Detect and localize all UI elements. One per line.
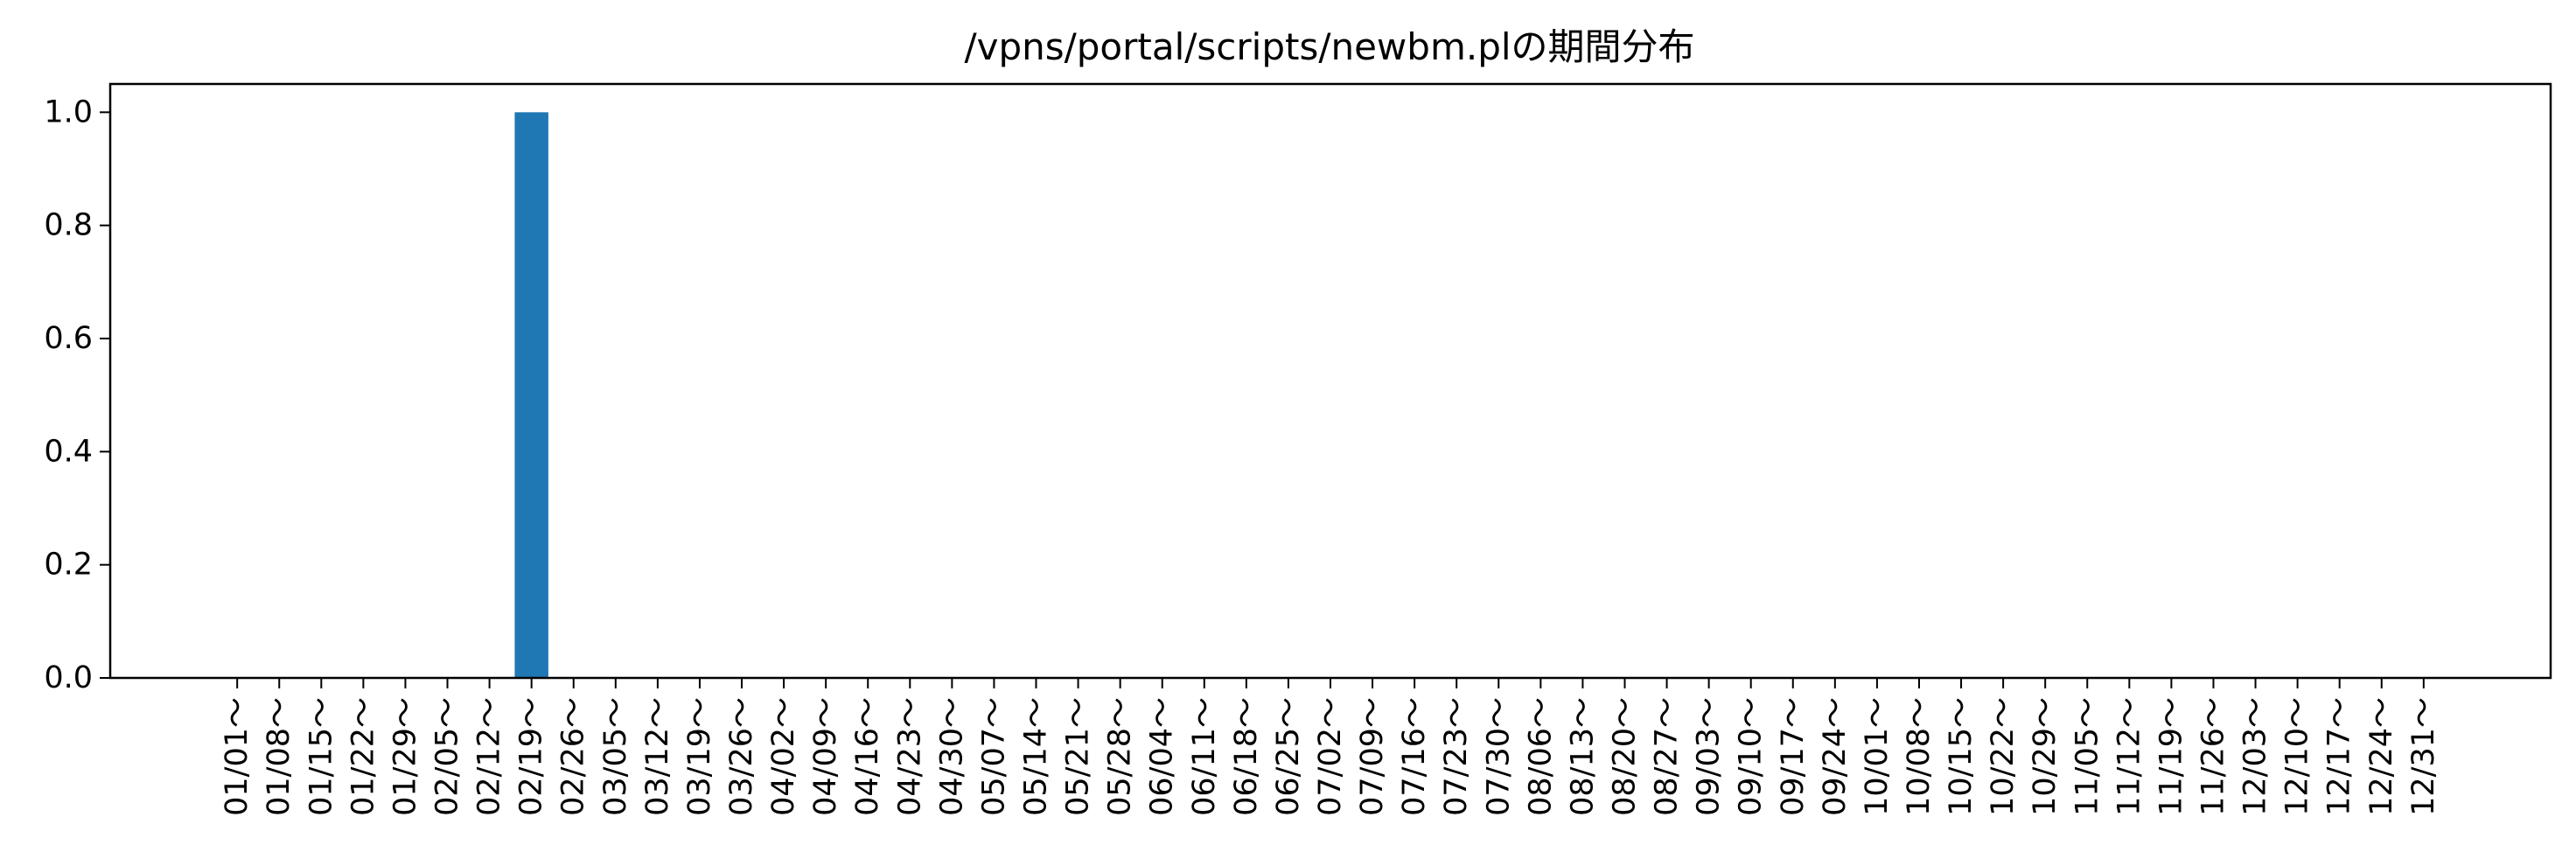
x-tick-label: 05/07～ bbox=[976, 697, 1011, 816]
x-tick-label: 06/04～ bbox=[1145, 697, 1180, 816]
x-tick-label: 01/15～ bbox=[304, 697, 339, 816]
x-tick-label: 05/28～ bbox=[1103, 697, 1138, 816]
x-axis-ticks: 01/01～ 01/08～ 01/15～ 01/22～ 01/29～ 02/05～ 02/1… bbox=[220, 678, 2441, 816]
x-tick-label: 09/03～ bbox=[1692, 697, 1727, 816]
x-tick-label: 04/09～ bbox=[808, 697, 843, 816]
x-tick-label: 09/17～ bbox=[1776, 697, 1811, 816]
x-tick-label: 12/03～ bbox=[2238, 697, 2273, 816]
x-tick-label: 12/17～ bbox=[2322, 697, 2357, 816]
x-tick-label: 10/15～ bbox=[1944, 697, 1979, 816]
x-tick-label: 01/22～ bbox=[346, 697, 380, 816]
x-tick-label: 04/16～ bbox=[850, 697, 885, 816]
y-tick-label: 1.0 bbox=[44, 94, 93, 129]
x-tick-label: 11/05～ bbox=[2070, 697, 2105, 816]
x-tick-label: 01/08～ bbox=[262, 697, 297, 816]
x-tick-label: 07/09～ bbox=[1355, 697, 1390, 816]
x-tick-label: 12/10～ bbox=[2280, 697, 2315, 816]
x-tick-label: 02/05～ bbox=[430, 697, 465, 816]
x-tick-label: 11/19～ bbox=[2154, 697, 2189, 816]
x-tick-label: 06/18～ bbox=[1229, 697, 1264, 816]
chart-title: /vpns/portal/scripts/newbm.plの期間分布 bbox=[964, 25, 1694, 68]
x-tick-label: 07/16～ bbox=[1397, 697, 1432, 816]
y-tick-label: 0.2 bbox=[44, 548, 93, 583]
x-tick-label: 09/24～ bbox=[1818, 697, 1853, 816]
x-tick-label: 02/19～ bbox=[514, 697, 549, 816]
x-tick-label: 04/23～ bbox=[892, 697, 927, 816]
x-tick-label: 07/30～ bbox=[1481, 697, 1516, 816]
x-tick-label: 05/14～ bbox=[1019, 697, 1054, 816]
x-tick-label: 10/29～ bbox=[2028, 697, 2063, 816]
x-tick-label: 08/20～ bbox=[1607, 697, 1642, 816]
x-tick-label: 12/31～ bbox=[2406, 697, 2441, 816]
y-tick-label: 0.8 bbox=[44, 208, 93, 243]
x-tick-label: 10/22～ bbox=[1986, 697, 2021, 816]
x-tick-label: 01/01～ bbox=[220, 697, 255, 816]
bar-chart: /vpns/portal/scripts/newbm.plの期間分布 01/01… bbox=[44, 25, 2552, 816]
x-tick-label: 08/27～ bbox=[1650, 697, 1685, 816]
x-tick-label: 09/10～ bbox=[1734, 697, 1769, 816]
x-tick-label: 03/19～ bbox=[682, 697, 717, 816]
bars-group bbox=[514, 112, 548, 679]
x-tick-label: 04/30～ bbox=[934, 697, 969, 816]
x-tick-label: 08/13～ bbox=[1565, 697, 1600, 816]
bar-7 bbox=[514, 112, 548, 679]
y-tick-label: 0.4 bbox=[44, 434, 93, 469]
x-tick-label: 01/29～ bbox=[387, 697, 422, 816]
x-tick-label: 10/01～ bbox=[1860, 697, 1895, 816]
y-tick-label: 0.6 bbox=[44, 321, 93, 356]
x-tick-label: 11/12～ bbox=[2112, 697, 2147, 816]
plot-area-frame bbox=[108, 82, 2552, 680]
x-tick-label: 12/24～ bbox=[2364, 697, 2399, 816]
x-tick-label: 07/02～ bbox=[1313, 697, 1348, 816]
x-tick-label: 04/02～ bbox=[766, 697, 801, 816]
x-tick-label: 03/05～ bbox=[598, 697, 633, 816]
x-tick-label: 10/08～ bbox=[1902, 697, 1937, 816]
x-tick-label: 08/06～ bbox=[1523, 697, 1558, 816]
x-tick-label: 03/26～ bbox=[724, 697, 759, 816]
x-tick-label: 11/26～ bbox=[2196, 697, 2230, 816]
x-tick-label: 03/12～ bbox=[640, 697, 675, 816]
x-tick-label: 05/21～ bbox=[1061, 697, 1096, 816]
x-tick-label: 02/12～ bbox=[472, 697, 507, 816]
y-tick-label: 0.0 bbox=[44, 660, 93, 695]
x-tick-label: 02/26～ bbox=[556, 697, 591, 816]
x-tick-label: 07/23～ bbox=[1439, 697, 1474, 816]
y-axis-ticks: 0.0 0.2 0.4 0.6 0.8 1.0 bbox=[44, 94, 110, 695]
x-tick-label: 06/25～ bbox=[1271, 697, 1306, 816]
x-tick-label: 06/11～ bbox=[1187, 697, 1222, 816]
